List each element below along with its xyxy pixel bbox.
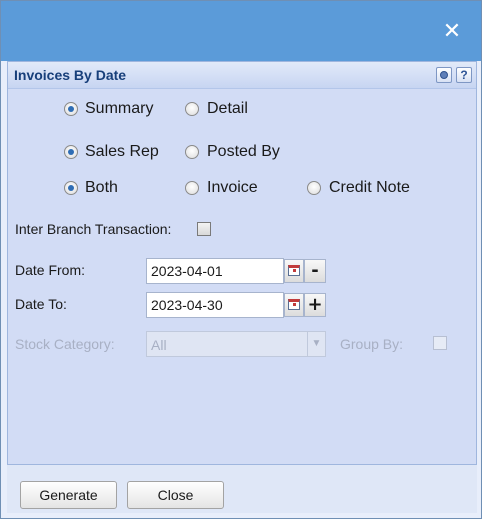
date-from-label: Date From: — [15, 262, 86, 278]
panel-header: Invoices By Date ? — [8, 62, 476, 89]
radio-sales-rep-label: Sales Rep — [85, 143, 159, 160]
radio-posted-by-circle[interactable] — [185, 145, 199, 159]
group-by-checkbox[interactable] — [433, 336, 447, 350]
stock-category-label: Stock Category: — [15, 336, 115, 352]
group-by-label: Group By: — [340, 336, 404, 352]
radio-both-label: Both — [85, 179, 118, 196]
date-from-decrement-button[interactable]: - — [304, 259, 326, 283]
dialog-titlebar[interactable]: ✕ — [1, 1, 481, 61]
radio-summary-label: Summary — [85, 100, 154, 117]
radio-invoice-circle[interactable] — [185, 181, 199, 195]
settings-button[interactable] — [436, 67, 452, 83]
help-button[interactable]: ? — [456, 67, 472, 83]
date-to-input[interactable] — [146, 292, 284, 318]
date-from-input[interactable] — [146, 258, 284, 284]
radio-credit-note-circle[interactable] — [307, 181, 321, 195]
radio-detail-circle[interactable] — [185, 102, 199, 116]
radio-detail-label: Detail — [207, 100, 248, 117]
stock-category-select[interactable]: All ▼ — [146, 331, 326, 357]
panel-title: Invoices By Date — [14, 67, 127, 83]
radio-both-circle[interactable] — [64, 181, 78, 195]
radio-summary-circle[interactable] — [64, 102, 78, 116]
invoices-by-date-dialog: ✕ Invoices By Date ? Summary Detail Sale… — [0, 0, 482, 519]
close-icon[interactable]: ✕ — [441, 21, 463, 43]
stock-category-value: All — [151, 337, 167, 353]
calendar-icon — [288, 299, 300, 310]
inter-branch-label: Inter Branch Transaction: — [15, 221, 172, 237]
date-from-calendar-button[interactable] — [284, 259, 304, 283]
close-button[interactable]: Close — [127, 481, 224, 509]
generate-button[interactable]: Generate — [20, 481, 117, 509]
radio-sales-rep-circle[interactable] — [64, 145, 78, 159]
date-to-calendar-button[interactable] — [284, 293, 304, 317]
report-options-panel: Invoices By Date ? Summary Detail Sales … — [7, 61, 477, 465]
chevron-down-icon: ▼ — [307, 332, 325, 356]
dialog-footer: Generate Close — [7, 465, 477, 513]
inter-branch-checkbox[interactable] — [197, 222, 211, 236]
radio-posted-by-label: Posted By — [207, 143, 280, 160]
date-to-increment-button[interactable]: + — [304, 293, 326, 317]
gear-icon — [440, 71, 448, 79]
radio-credit-note-label: Credit Note — [329, 179, 410, 196]
calendar-icon — [288, 265, 300, 276]
radio-invoice-label: Invoice — [207, 179, 258, 196]
date-to-label: Date To: — [15, 296, 67, 312]
